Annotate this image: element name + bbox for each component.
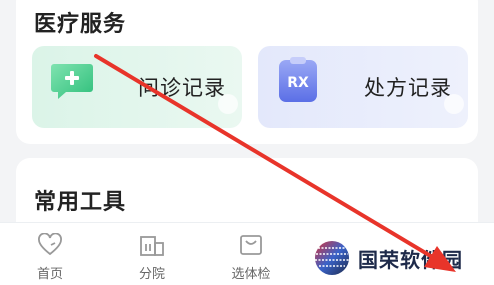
decorative-dot — [218, 94, 238, 114]
medical-services-card: 医疗服务 问诊记录 RX 处方记录 — [16, 0, 478, 144]
building-icon — [140, 236, 164, 256]
consultation-records-label: 问诊记录 — [138, 76, 226, 100]
consultation-records-tile[interactable]: 问诊记录 — [32, 46, 242, 128]
tab-exam[interactable]: 选体检 — [221, 233, 281, 282]
rx-icon: RX — [279, 57, 317, 102]
prescription-records-tile[interactable]: RX 处方记录 — [258, 46, 468, 128]
tab-home-label: 首页 — [36, 267, 63, 282]
tab-branch-label: 分院 — [138, 267, 165, 282]
section-title-common-tools: 常用工具 — [34, 190, 127, 215]
globe-logo-icon — [315, 241, 349, 275]
heart-icon — [38, 233, 62, 256]
watermark-logo: 国荣软件园 — [312, 238, 492, 280]
watermark-text: 国荣软件园 — [358, 248, 463, 272]
prescription-records-label: 处方记录 — [364, 76, 452, 100]
section-title-medical-services: 医疗服务 — [34, 12, 127, 37]
tab-exam-label: 选体检 — [231, 267, 271, 282]
chat-plus-icon — [51, 64, 93, 99]
tab-branch[interactable]: 分院 — [122, 233, 182, 282]
tab-home[interactable]: 首页 — [20, 233, 80, 282]
decorative-dot — [444, 94, 464, 114]
bag-icon — [240, 235, 262, 255]
rx-icon-text: RX — [287, 75, 309, 91]
